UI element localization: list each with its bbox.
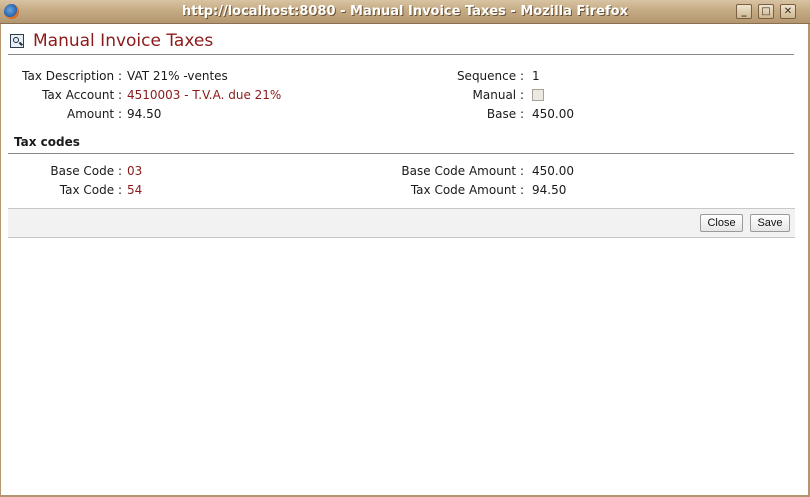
- manual-checkbox[interactable]: [532, 89, 544, 101]
- tax-code-amount-label: Tax Code Amount :: [410, 183, 524, 197]
- tax-account-label: Tax Account :: [42, 88, 122, 102]
- base-label: Base :: [486, 107, 524, 121]
- magnifier-icon: [10, 34, 24, 48]
- window-titlebar: http://localhost:8080 - Manual Invoice T…: [0, 0, 810, 24]
- base-code-amount-label: Base Code Amount :: [401, 164, 524, 178]
- base-code-amount-value: 450.00: [532, 164, 574, 178]
- tax-description-value: VAT 21% -ventes: [127, 69, 228, 83]
- maximize-button[interactable]: □: [758, 4, 774, 19]
- tax-description-label: Tax Description :: [22, 69, 122, 83]
- sequence-label: Sequence :: [456, 69, 524, 83]
- amount-label: Amount :: [66, 107, 122, 121]
- window-frame-left: [0, 24, 1, 497]
- tax-code-link[interactable]: 54: [127, 183, 142, 197]
- base-code-link[interactable]: 03: [127, 164, 142, 178]
- close-button[interactable]: Close: [700, 214, 743, 232]
- section-divider: [8, 153, 794, 154]
- minimize-button[interactable]: _: [736, 4, 752, 19]
- button-toolbar: [8, 208, 795, 238]
- base-code-label: Base Code :: [50, 164, 122, 178]
- sequence-value: 1: [532, 69, 540, 83]
- tax-account-link[interactable]: 4510003 - T.V.A. due 21%: [127, 88, 281, 102]
- window-title: http://localhost:8080 - Manual Invoice T…: [182, 4, 628, 19]
- base-value: 450.00: [532, 107, 574, 121]
- tax-code-label: Tax Code :: [59, 183, 122, 197]
- window-close-button[interactable]: ✕: [780, 4, 796, 19]
- tax-code-amount-value: 94.50: [532, 183, 567, 197]
- page-title: Manual Invoice Taxes: [33, 31, 214, 51]
- save-button[interactable]: Save: [750, 214, 790, 232]
- manual-label: Manual :: [472, 88, 524, 102]
- amount-value: 94.50: [127, 107, 162, 121]
- section-title-tax-codes: Tax codes: [14, 135, 80, 149]
- title-divider: [8, 54, 794, 55]
